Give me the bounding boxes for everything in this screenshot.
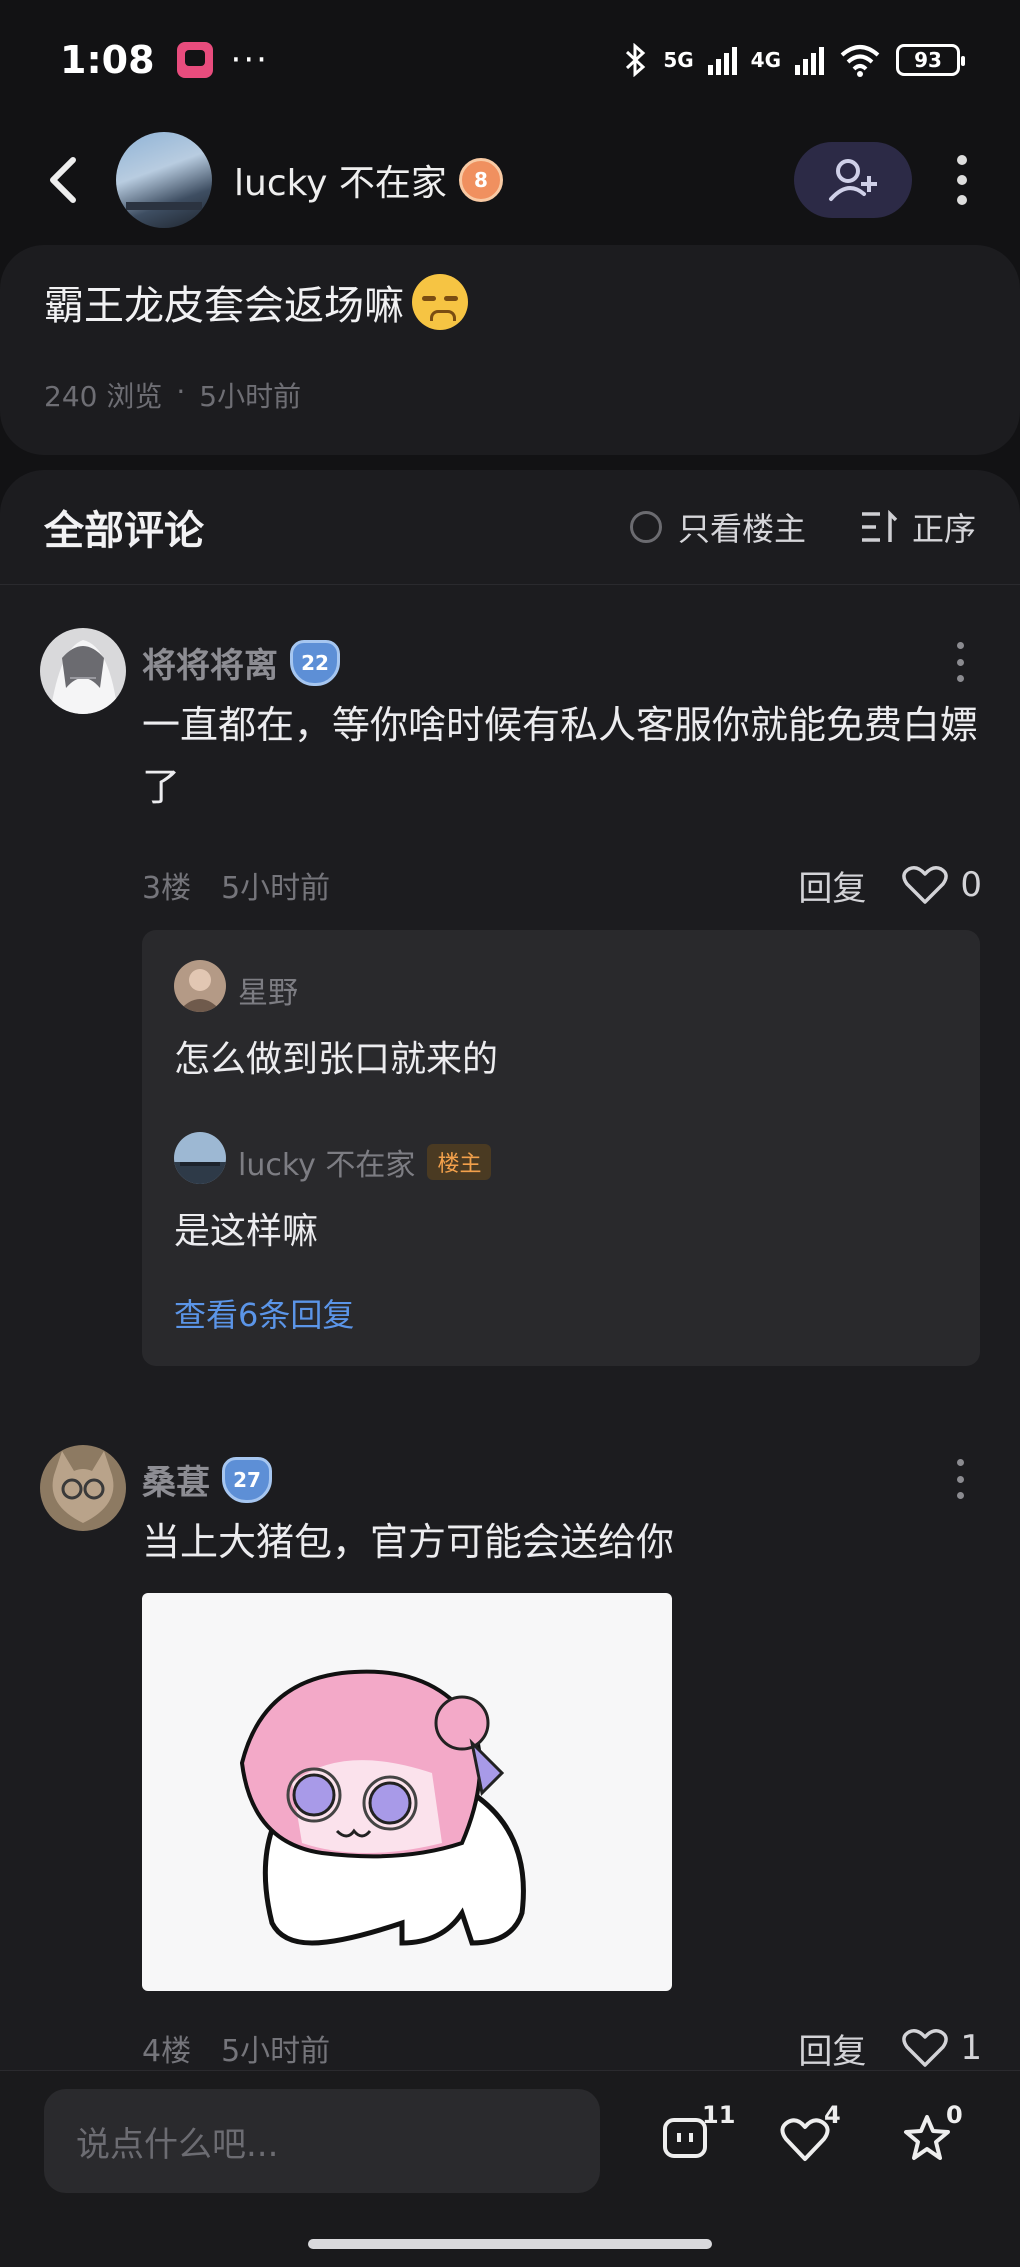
owner-only-label: 只看楼主: [677, 510, 806, 548]
sort-order-button[interactable]: 正序: [860, 504, 976, 550]
nav-bar: lucky 不在家 8: [0, 120, 1020, 240]
status-time: 1:08: [60, 38, 155, 82]
view-more-replies-link[interactable]: 查看6条回复: [174, 1290, 354, 1336]
post-meta: 240 浏览 · 5小时前: [44, 375, 976, 415]
favorite-button[interactable]: 0: [894, 2099, 974, 2179]
comment-time: 5小时前: [221, 871, 331, 906]
back-icon[interactable]: [38, 155, 88, 205]
home-indicator[interactable]: [308, 2239, 712, 2249]
author-name[interactable]: lucky 不在家: [234, 154, 447, 206]
status-indicators: 5G 4G 93: [623, 43, 965, 77]
post-card: 霸王龙皮套会返场嘛 240 浏览 · 5小时前: [0, 245, 1020, 455]
comments-section: 全部评论 只看楼主 正序 将将将离 22 一直都在，等你啥时候有私人客服你就能免…: [0, 470, 1020, 2072]
comment-item: 桑葚 27 当上大猪包，官方可能会送给你 4楼 5小时前 回复 1: [40, 1445, 982, 2075]
favorites-count: 0: [946, 2101, 963, 2129]
heart-icon: [902, 2029, 949, 2067]
level-badge: 8: [458, 158, 503, 202]
star-icon: [904, 2115, 950, 2160]
comment-footer: 4楼 5小时前 回复 1: [142, 2023, 982, 2073]
replier-name[interactable]: lucky 不在家 楼主: [238, 1140, 492, 1184]
add-user-icon: [829, 159, 877, 201]
reply-text: 是这样嘛: [174, 1211, 319, 1252]
owner-only-toggle[interactable]: 只看楼主: [629, 504, 806, 550]
comment-item: 将将将离 22 一直都在，等你啥时候有私人客服你就能免费白嫖了 3楼 5小时前 …: [40, 628, 982, 1388]
post-title-text: 霸王龙皮套会返场嘛: [44, 283, 404, 329]
commenter-name-text: 将将将离: [142, 646, 278, 686]
comments-count: 11: [702, 2101, 736, 2129]
comment-time: 5小时前: [221, 2034, 331, 2069]
reply-box: 星野 怎么做到张口就来的 lucky 不在家 楼主 是这样嘛 查看6条回复: [142, 930, 980, 1366]
post-time: 5小时前: [199, 380, 302, 413]
comments-header: 全部评论 只看楼主 正序: [0, 470, 1020, 585]
meta-separator: ·: [176, 375, 186, 408]
post-title: 霸王龙皮套会返场嘛: [44, 273, 976, 331]
replier-name[interactable]: 星野: [238, 968, 298, 1012]
signal-5g-icon: [707, 45, 737, 75]
follow-button[interactable]: [794, 142, 912, 218]
sort-icon: [861, 510, 898, 542]
commenter-name[interactable]: 桑葚 27: [142, 1455, 272, 1504]
commenter-avatar[interactable]: [40, 628, 126, 714]
heart-icon: [902, 866, 949, 904]
reply-item: 星野 怎么做到张口就来的: [174, 960, 954, 1080]
floor-number: 4楼: [142, 2034, 192, 2069]
signal-4g-icon: [795, 45, 824, 75]
like-button[interactable]: 1: [902, 2028, 982, 2068]
network-5g-label: 5G: [663, 48, 694, 72]
network-4g-label: 4G: [750, 48, 781, 72]
level-badge: 27: [222, 1456, 272, 1503]
battery-icon: 93: [896, 44, 965, 76]
view-count: 240 浏览: [44, 380, 163, 413]
comment-more-icon[interactable]: [950, 642, 970, 682]
status-bar: 1:08 ··· 5G 4G 93: [0, 0, 1020, 120]
level-badge: 22: [290, 639, 340, 686]
commenter-name-text: 桑葚: [142, 1463, 210, 1503]
comments-title: 全部评论: [44, 508, 204, 554]
reply-button[interactable]: 回复: [798, 861, 866, 910]
more-notifications-icon: ···: [230, 40, 269, 80]
commenter-name[interactable]: 将将将离 22: [142, 638, 340, 687]
wifi-icon: [840, 45, 880, 77]
comment-text: 一直都在，等你啥时候有私人客服你就能免费白嫖了: [142, 703, 979, 809]
bottom-action-bar: 说点什么吧... 11 4 0: [0, 2070, 1020, 2267]
owner-tag: 楼主: [427, 1144, 492, 1180]
replier-name-text: lucky 不在家: [238, 1148, 416, 1183]
comment-text: 当上大猪包，官方可能会送给你: [142, 1520, 675, 1564]
comments-button[interactable]: 11: [650, 2099, 735, 2179]
replier-avatar[interactable]: [174, 960, 226, 1012]
comment-sticker-image[interactable]: [142, 1593, 672, 1991]
bluetooth-icon: [626, 43, 646, 77]
reply-button[interactable]: 回复: [798, 2024, 866, 2073]
like-button[interactable]: 0: [902, 865, 982, 905]
comment-more-icon[interactable]: [950, 1459, 970, 1499]
app-notification-icon: [176, 42, 213, 78]
more-options-icon[interactable]: [942, 150, 982, 210]
floor-number: 3楼: [142, 871, 192, 906]
like-post-button[interactable]: 4: [772, 2099, 852, 2179]
comment-footer: 3楼 5小时前 回复 0: [142, 860, 982, 910]
reply-text: 怎么做到张口就来的: [174, 1039, 499, 1080]
crying-emoji-icon: [412, 274, 468, 330]
reply-item: lucky 不在家 楼主 是这样嘛: [174, 1132, 954, 1252]
heart-icon: [780, 2118, 830, 2161]
likes-count: 4: [824, 2101, 841, 2129]
replier-avatar[interactable]: [174, 1132, 226, 1184]
comment-input[interactable]: 说点什么吧...: [44, 2089, 600, 2193]
like-count: 0: [960, 865, 982, 905]
like-count: 1: [960, 2028, 982, 2068]
radio-icon[interactable]: [629, 511, 662, 543]
sort-label: 正序: [911, 510, 976, 548]
commenter-avatar[interactable]: [40, 1445, 126, 1531]
author-avatar[interactable]: [116, 132, 212, 228]
